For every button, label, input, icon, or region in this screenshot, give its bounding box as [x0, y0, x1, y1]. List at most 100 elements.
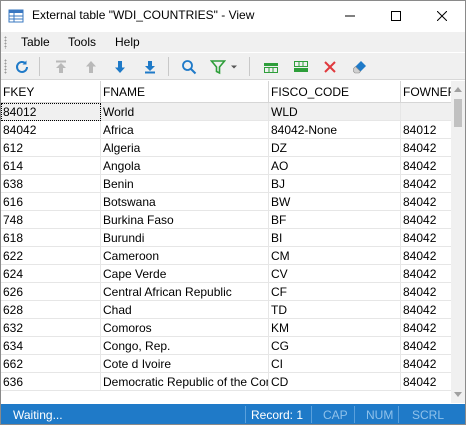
cell-fkey[interactable]: 628: [1, 301, 101, 319]
table-row[interactable]: 618 Burundi BI 84042: [1, 229, 451, 247]
cell-fname[interactable]: World: [101, 103, 269, 121]
table-row[interactable]: 622 Cameroon CM 84042: [1, 247, 451, 265]
cell-fname[interactable]: Chad: [101, 301, 269, 319]
cell-fisco-code[interactable]: KM: [269, 319, 401, 337]
cell-fisco-code[interactable]: BF: [269, 211, 401, 229]
scroll-up-icon[interactable]: [454, 87, 462, 92]
cell-fisco-code[interactable]: CG: [269, 337, 401, 355]
menu-table[interactable]: Table: [21, 35, 50, 49]
scroll-thumb[interactable]: [454, 99, 462, 127]
cell-fkey[interactable]: 632: [1, 319, 101, 337]
table-row[interactable]: 636 Democratic Republic of the Congo CD 840…: [1, 373, 451, 391]
column-header-fname[interactable]: FNAME: [101, 81, 269, 103]
cell-fname[interactable]: Africa: [101, 121, 269, 139]
delete-row-button[interactable]: [319, 56, 341, 78]
cell-fowner[interactable]: 84042: [401, 157, 451, 175]
maximize-button[interactable]: [373, 1, 419, 31]
cell-fisco-code[interactable]: CD: [269, 373, 401, 391]
clear-button[interactable]: [349, 56, 371, 78]
cell-fowner[interactable]: 84042: [401, 355, 451, 373]
cell-fname[interactable]: Botswana: [101, 193, 269, 211]
cell-fkey[interactable]: 624: [1, 265, 101, 283]
scroll-down-icon[interactable]: [454, 392, 462, 397]
cell-fname[interactable]: Burundi: [101, 229, 269, 247]
cell-fowner[interactable]: 84042: [401, 175, 451, 193]
close-window-button[interactable]: [419, 1, 465, 31]
cell-fname[interactable]: Central African Republic: [101, 283, 269, 301]
cell-fowner[interactable]: 84042: [401, 229, 451, 247]
table-row[interactable]: 84012 World WLD: [1, 103, 451, 121]
move-first-button[interactable]: [50, 56, 72, 78]
vertical-scrollbar[interactable]: [451, 81, 465, 403]
move-down-button[interactable]: [109, 56, 131, 78]
insert-row-button[interactable]: [260, 56, 282, 78]
cell-fisco-code[interactable]: BW: [269, 193, 401, 211]
cell-fisco-code[interactable]: BJ: [269, 175, 401, 193]
cell-fkey[interactable]: 634: [1, 337, 101, 355]
column-header-fkey[interactable]: FKEY: [1, 81, 101, 103]
cell-fkey[interactable]: 616: [1, 193, 101, 211]
toolbar-grip-icon[interactable]: [4, 59, 7, 74]
cell-fowner[interactable]: 84042: [401, 283, 451, 301]
cell-fkey[interactable]: 614: [1, 157, 101, 175]
cell-fkey[interactable]: 662: [1, 355, 101, 373]
cell-fname[interactable]: Benin: [101, 175, 269, 193]
cell-fname[interactable]: Cote d Ivoire: [101, 355, 269, 373]
cell-fname[interactable]: Algeria: [101, 139, 269, 157]
cell-fkey[interactable]: 626: [1, 283, 101, 301]
table-row[interactable]: 612 Algeria DZ 84042: [1, 139, 451, 157]
cell-fisco-code[interactable]: DZ: [269, 139, 401, 157]
cell-fowner[interactable]: 84042: [401, 301, 451, 319]
cell-fowner[interactable]: 84042: [401, 139, 451, 157]
cell-fisco-code[interactable]: WLD: [269, 103, 401, 121]
cell-fkey[interactable]: 636: [1, 373, 101, 391]
table-row[interactable]: 616 Botswana BW 84042: [1, 193, 451, 211]
table-row[interactable]: 748 Burkina Faso BF 84042: [1, 211, 451, 229]
search-button[interactable]: [178, 56, 200, 78]
cell-fkey[interactable]: 638: [1, 175, 101, 193]
cell-fowner[interactable]: 84042: [401, 247, 451, 265]
cell-fkey[interactable]: 84012: [1, 103, 101, 121]
cell-fisco-code[interactable]: CF: [269, 283, 401, 301]
table-row[interactable]: 614 Angola AO 84042: [1, 157, 451, 175]
cell-fkey[interactable]: 612: [1, 139, 101, 157]
menu-help[interactable]: Help: [115, 35, 140, 49]
table-row[interactable]: 662 Cote d Ivoire CI 84042: [1, 355, 451, 373]
cell-fisco-code[interactable]: CI: [269, 355, 401, 373]
cell-fname[interactable]: Cape Verde: [101, 265, 269, 283]
column-header-fowner[interactable]: FOWNER: [401, 81, 451, 103]
minimize-button[interactable]: [327, 1, 373, 31]
cell-fowner[interactable]: 84042: [401, 373, 451, 391]
table-row[interactable]: 628 Chad TD 84042: [1, 301, 451, 319]
cell-fowner[interactable]: 84042: [401, 265, 451, 283]
filter-button[interactable]: [207, 56, 229, 78]
cell-fkey[interactable]: 622: [1, 247, 101, 265]
cell-fowner[interactable]: 84042: [401, 337, 451, 355]
cell-fisco-code[interactable]: CM: [269, 247, 401, 265]
cell-fname[interactable]: Comoros: [101, 319, 269, 337]
table-row[interactable]: 634 Congo, Rep. CG 84042: [1, 337, 451, 355]
cell-fisco-code[interactable]: 84042-None: [269, 121, 401, 139]
cell-fname[interactable]: Congo, Rep.: [101, 337, 269, 355]
add-row-button[interactable]: [290, 56, 312, 78]
cell-fisco-code[interactable]: TD: [269, 301, 401, 319]
cell-fname[interactable]: Cameroon: [101, 247, 269, 265]
cell-fowner[interactable]: 84012: [401, 121, 451, 139]
column-header-fisco-code[interactable]: FISCO_CODE: [269, 81, 401, 103]
menu-grip-icon[interactable]: [4, 36, 7, 49]
table-row[interactable]: 626 Central African Republic CF 84042: [1, 283, 451, 301]
table-row[interactable]: 632 Comoros KM 84042: [1, 319, 451, 337]
table-row[interactable]: 624 Cape Verde CV 84042: [1, 265, 451, 283]
cell-fname[interactable]: Burkina Faso: [101, 211, 269, 229]
cell-fowner[interactable]: 84042: [401, 319, 451, 337]
cell-fisco-code[interactable]: CV: [269, 265, 401, 283]
cell-fkey[interactable]: 618: [1, 229, 101, 247]
cell-fisco-code[interactable]: AO: [269, 157, 401, 175]
filter-dropdown-button[interactable]: [227, 56, 241, 78]
cell-fname[interactable]: Angola: [101, 157, 269, 175]
menu-tools[interactable]: Tools: [68, 35, 96, 49]
refresh-button[interactable]: [11, 56, 33, 78]
cell-fkey[interactable]: 84042: [1, 121, 101, 139]
cell-fowner[interactable]: 84042: [401, 211, 451, 229]
cell-fname[interactable]: Democratic Republic of the Congo: [101, 373, 269, 391]
